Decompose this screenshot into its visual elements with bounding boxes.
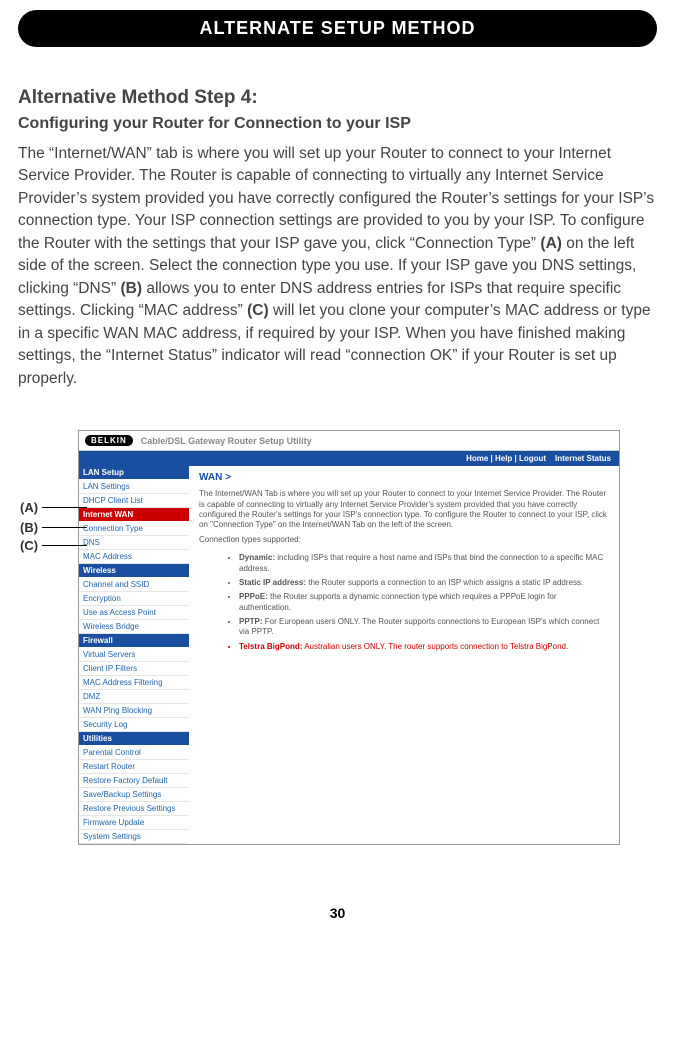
- sidebar-encryption[interactable]: Encryption: [79, 592, 189, 606]
- figure-wrapper: (A) (B) (C) BELKIN Cable/DSL Gateway Rou…: [78, 430, 657, 845]
- router-ui-screenshot: BELKIN Cable/DSL Gateway Router Setup Ut…: [78, 430, 620, 845]
- sidebar-access-point[interactable]: Use as Access Point: [79, 606, 189, 620]
- callout-a: (A): [20, 500, 87, 515]
- step-title: Alternative Method Step 4:: [18, 87, 657, 109]
- sidebar-dhcp[interactable]: DHCP Client List: [79, 494, 189, 508]
- callout-c: (C): [20, 538, 87, 553]
- sidebar-restore-prev[interactable]: Restore Previous Settings: [79, 802, 189, 816]
- bullet-pppoe: PPPoE: the Router supports a dynamic con…: [239, 592, 609, 613]
- content-pane: WAN > The Internet/WAN Tab is where you …: [189, 466, 619, 844]
- window-title: Cable/DSL Gateway Router Setup Utility: [141, 436, 312, 446]
- sidebar-header-firewall: Firewall: [79, 634, 189, 648]
- bullet-telstra: Telstra BigPond: Australian users ONLY. …: [239, 642, 609, 652]
- sidebar-restart[interactable]: Restart Router: [79, 760, 189, 774]
- sidebar-mac[interactable]: MAC Address: [79, 550, 189, 564]
- content-heading: WAN >: [199, 472, 609, 483]
- sidebar-system[interactable]: System Settings: [79, 830, 189, 844]
- sidebar-header-wireless: Wireless: [79, 564, 189, 578]
- sidebar-dmz[interactable]: DMZ: [79, 690, 189, 704]
- sidebar-factory[interactable]: Restore Factory Default: [79, 774, 189, 788]
- sidebar-firmware[interactable]: Firmware Update: [79, 816, 189, 830]
- sidebar-ping[interactable]: WAN Ping Blocking: [79, 704, 189, 718]
- sub-title: Configuring your Router for Connection t…: [18, 115, 657, 133]
- sidebar-parental[interactable]: Parental Control: [79, 746, 189, 760]
- sidebar-bridge[interactable]: Wireless Bridge: [79, 620, 189, 634]
- sidebar-dns[interactable]: DNS: [79, 536, 189, 550]
- sidebar-header-utilities: Utilities: [79, 732, 189, 746]
- page-number: 30: [18, 905, 657, 921]
- sidebar-header-lan: LAN Setup: [79, 466, 189, 480]
- top-nav: Home | Help | Logout Internet Status: [79, 451, 619, 466]
- sidebar-ipfilter[interactable]: Client IP Filters: [79, 662, 189, 676]
- bullet-dynamic: Dynamic: including ISPs that require a h…: [239, 553, 609, 574]
- sidebar-macfilter[interactable]: MAC Address Filtering: [79, 676, 189, 690]
- sidebar-connection-type[interactable]: Connection Type: [79, 522, 189, 536]
- sidebar-lan-settings[interactable]: LAN Settings: [79, 480, 189, 494]
- sidebar-header-wan: Internet WAN: [79, 508, 189, 522]
- body-paragraph: The “Internet/WAN” tab is where you will…: [18, 143, 657, 390]
- content-supported: Connection types supported:: [199, 535, 609, 545]
- sidebar: LAN Setup LAN Settings DHCP Client List …: [79, 466, 189, 844]
- section-banner: ALTERNATE SETUP METHOD: [18, 10, 657, 47]
- sidebar-vservers[interactable]: Virtual Servers: [79, 648, 189, 662]
- bullet-pptp: PPTP: For European users ONLY. The Route…: [239, 617, 609, 638]
- belkin-logo: BELKIN: [85, 435, 133, 446]
- sidebar-channel[interactable]: Channel and SSID: [79, 578, 189, 592]
- bullet-static: Static IP address: the Router supports a…: [239, 578, 609, 588]
- callout-b: (B): [20, 520, 87, 535]
- sidebar-backup[interactable]: Save/Backup Settings: [79, 788, 189, 802]
- content-intro: The Internet/WAN Tab is where you will s…: [199, 489, 609, 531]
- sidebar-seclog[interactable]: Security Log: [79, 718, 189, 732]
